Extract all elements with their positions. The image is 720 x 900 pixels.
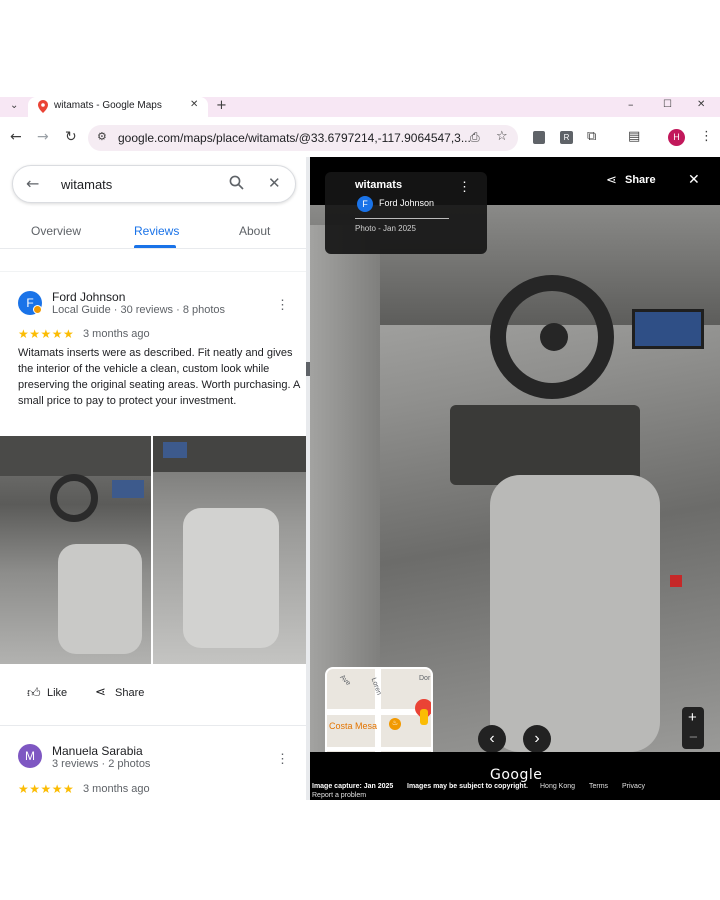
tab-about[interactable]: About: [239, 224, 270, 238]
photo-dashboard: [0, 436, 151, 476]
photo-date: Photo - Jan 2025: [355, 224, 416, 233]
photo-floor-mat: [450, 405, 640, 485]
copyright-notice: Images may be subject to copyright.: [407, 783, 528, 790]
thumbs-up-icon[interactable]: 👍︎: [27, 686, 41, 701]
url-text[interactable]: google.com/maps/place/witamats/@33.67972…: [118, 131, 471, 145]
reviewer-name[interactable]: Manuela Sarabia: [52, 744, 143, 758]
search-icon[interactable]: [229, 175, 244, 190]
section-divider: [0, 271, 306, 272]
previous-photo-button[interactable]: ‹: [478, 725, 506, 753]
photo-screen: [632, 309, 704, 349]
contributor-name[interactable]: Ford Johnson: [379, 198, 434, 208]
reviews-panel: ← witamats ✕ Overview Reviews About F Fo…: [0, 157, 306, 800]
map-street-label: Ave: [338, 673, 352, 688]
install-app-icon[interactable]: ⎙: [470, 131, 480, 143]
photo-seat: [183, 508, 279, 648]
photo-seat: [490, 475, 660, 752]
map-road: [327, 747, 431, 751]
review-time: 3 months ago: [83, 328, 150, 340]
place-title[interactable]: witamats: [355, 179, 402, 191]
share-icon[interactable]: ⋖: [606, 173, 617, 188]
close-tab-icon[interactable]: ✕: [190, 100, 198, 110]
photo-steering-wheel: [50, 474, 98, 522]
avatar[interactable]: M: [18, 744, 42, 768]
zoom-in-icon[interactable]: +: [688, 709, 697, 726]
clear-search-icon[interactable]: ✕: [268, 174, 281, 192]
forward-icon[interactable]: →: [37, 130, 49, 144]
reviewer-name[interactable]: Ford Johnson: [52, 290, 125, 304]
photo-screen: [112, 480, 144, 498]
terms-link[interactable]: Terms: [589, 783, 608, 790]
bookmark-star-icon[interactable]: ☆: [496, 130, 508, 143]
viewer-more-icon[interactable]: ⋮: [458, 179, 471, 195]
zoom-out-icon[interactable]: −: [689, 729, 698, 746]
photo-seatbelt-buckle: [670, 575, 682, 587]
extension-icon[interactable]: [533, 131, 545, 144]
tabs-divider: [0, 248, 306, 249]
reading-list-icon[interactable]: ▤: [628, 130, 640, 143]
tab-reviews[interactable]: Reviews: [134, 224, 179, 238]
share-icon[interactable]: ⋖: [95, 685, 106, 700]
maps-favicon: [38, 100, 48, 113]
share-button[interactable]: Share: [115, 687, 144, 699]
review-text: Witamats inserts were as described. Fit …: [18, 347, 300, 407]
privacy-link[interactable]: Privacy: [622, 783, 645, 790]
like-button[interactable]: Like: [47, 687, 67, 699]
back-icon[interactable]: ←: [10, 130, 22, 144]
next-photo-button[interactable]: ›: [523, 725, 551, 753]
profile-avatar[interactable]: H: [668, 129, 685, 146]
photo-steering-hub: [540, 323, 568, 351]
review-photo-2[interactable]: [153, 436, 306, 664]
search-input[interactable]: witamats: [61, 177, 112, 192]
google-logo: Google: [490, 767, 543, 783]
close-viewer-icon[interactable]: ✕: [688, 172, 700, 188]
reviewer-meta: Local Guide · 30 reviews · 8 photos: [52, 304, 226, 316]
review-more-icon[interactable]: ⋮: [276, 751, 289, 767]
map-place-label: Costa Mesa: [329, 721, 378, 731]
review-stars: ★★★★★: [18, 327, 75, 341]
report-problem-link[interactable]: Report a problem: [312, 792, 366, 799]
tab-search-icon[interactable]: ⌄: [10, 101, 18, 111]
maximize-icon[interactable]: ☐: [663, 100, 672, 110]
photo-screen: [163, 442, 187, 458]
chrome-menu-icon[interactable]: ⋮: [700, 130, 713, 143]
tab-overview[interactable]: Overview: [31, 224, 81, 238]
photo-viewer: witamats ⋮ F Ford Johnson Photo - Jan 20…: [310, 157, 720, 800]
site-info-icon[interactable]: ⚙: [97, 131, 107, 142]
search-box[interactable]: [12, 165, 296, 203]
close-window-icon[interactable]: ✕: [697, 100, 705, 110]
image-capture-date: Image capture: Jan 2025: [312, 783, 394, 790]
photo-seat: [58, 544, 142, 654]
review-photo-1[interactable]: [0, 436, 151, 664]
extension-r-icon[interactable]: R: [560, 131, 573, 144]
screen: ⌄ witamats - Google Maps ✕ + – ☐ ✕ ← → ↻…: [0, 0, 720, 900]
pegman-icon[interactable]: [420, 709, 428, 725]
contributor-underline: [355, 218, 449, 219]
map-street-label: Dor: [419, 675, 431, 682]
minimize-icon[interactable]: –: [628, 99, 634, 110]
reload-icon[interactable]: ↻: [65, 130, 77, 144]
local-guide-badge-icon: [33, 305, 42, 314]
restaurant-marker-icon[interactable]: ♨: [389, 718, 401, 730]
reviewer-meta: 3 reviews · 2 photos: [52, 758, 151, 770]
tab-title: witamats - Google Maps: [54, 100, 162, 111]
review-divider: [0, 725, 306, 726]
extensions-puzzle-icon[interactable]: ⧉: [587, 130, 596, 143]
new-tab-icon[interactable]: +: [216, 99, 227, 112]
back-arrow-icon[interactable]: ←: [26, 174, 39, 193]
review-more-icon[interactable]: ⋮: [276, 297, 289, 313]
viewer-share-button[interactable]: Share: [625, 174, 656, 186]
review-time: 3 months ago: [83, 783, 150, 795]
region-link[interactable]: Hong Kong: [540, 783, 575, 790]
contributor-avatar[interactable]: F: [357, 196, 373, 212]
review-stars: ★★★★★: [18, 782, 75, 796]
